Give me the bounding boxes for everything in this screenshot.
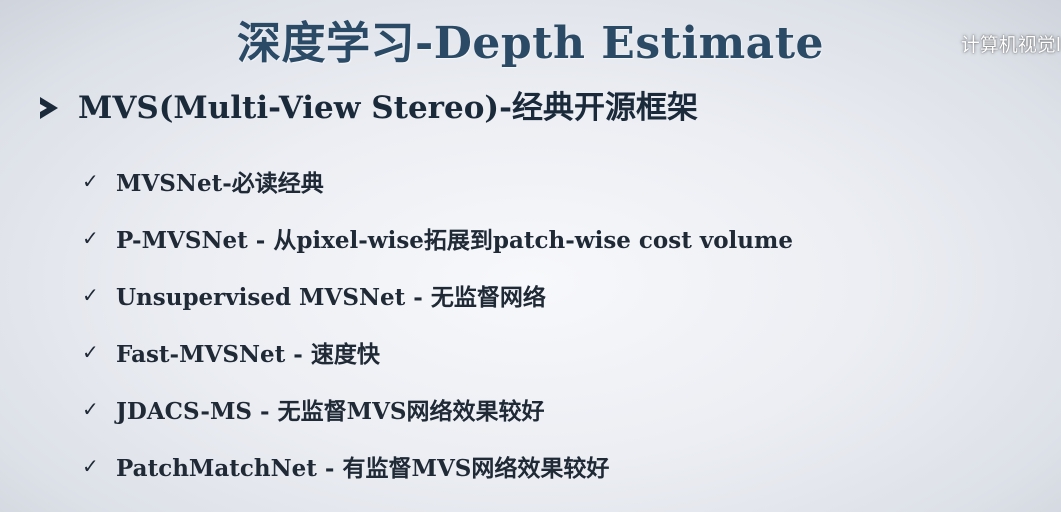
list-item: ✓ Fast-MVSNet - 速度快 <box>82 323 793 380</box>
checkmark-icon: ✓ <box>82 282 99 307</box>
watermark-text: 计算机视觉l <box>960 34 1061 56</box>
slide-title: 深度学习-Depth Estimate <box>236 18 825 69</box>
section-heading: MVS(Multi-View Stereo)-经典开源框架 <box>40 86 698 130</box>
checkmark-icon: ✓ <box>82 453 99 478</box>
list-item: ✓ JDACS-MS - 无监督MVS网络效果较好 <box>82 380 793 437</box>
checkmark-icon: ✓ <box>82 339 99 364</box>
list-item-label: Unsupervised MVSNet - 无监督网络 <box>116 283 546 311</box>
slide: 深度学习-Depth Estimate 计算机视觉l MVS(Multi-Vie… <box>0 0 1061 512</box>
list-item: ✓ PatchMatchNet - 有监督MVS网络效果较好 <box>82 437 793 494</box>
checkmark-icon: ✓ <box>82 225 99 250</box>
list-item: ✓ MVSNet-必读经典 <box>82 152 793 209</box>
list-item-label: JDACS-MS - 无监督MVS网络效果较好 <box>116 397 545 425</box>
list-item: ✓ P-MVSNet - 从pixel-wise拓展到patch-wise co… <box>82 209 793 266</box>
list-item-label: P-MVSNet - 从pixel-wise拓展到patch-wise cost… <box>116 226 793 254</box>
arrow-bullet-icon <box>40 97 58 119</box>
list-item: ✓ Unsupervised MVSNet - 无监督网络 <box>82 266 793 323</box>
section-heading-text: MVS(Multi-View Stereo)-经典开源框架 <box>78 90 698 126</box>
list-item-label: MVSNet-必读经典 <box>116 169 324 197</box>
list-item-label: Fast-MVSNet - 速度快 <box>116 340 380 368</box>
checkmark-icon: ✓ <box>82 168 99 193</box>
checkmark-icon: ✓ <box>82 396 99 421</box>
list-item-label: PatchMatchNet - 有监督MVS网络效果较好 <box>116 454 610 482</box>
framework-list: ✓ MVSNet-必读经典 ✓ P-MVSNet - 从pixel-wise拓展… <box>82 152 793 494</box>
